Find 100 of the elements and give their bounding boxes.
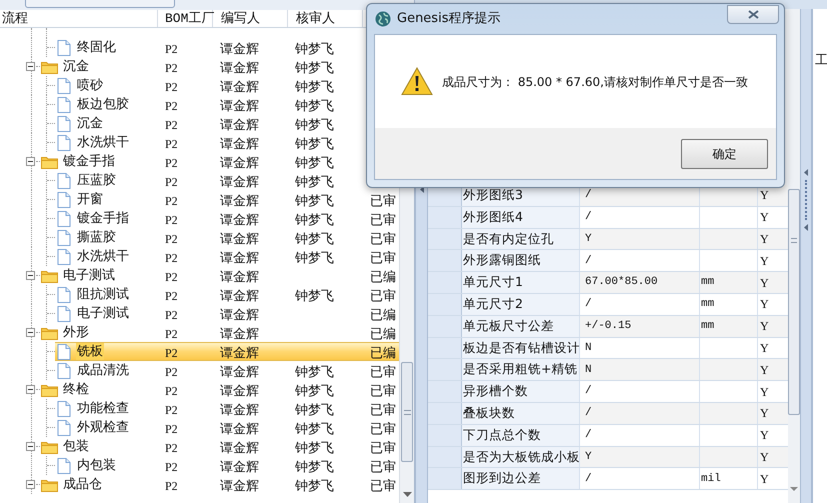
close-button[interactable] bbox=[727, 4, 779, 24]
selected-row-highlight[interactable] bbox=[55, 342, 400, 361]
table-cell: P2 bbox=[165, 212, 178, 226]
tree-item-label[interactable]: 成品仓 bbox=[62, 476, 103, 493]
scroll-down-arrow-icon[interactable] bbox=[402, 492, 412, 497]
row-header[interactable] bbox=[428, 402, 462, 424]
scrollbar-thumb[interactable] bbox=[401, 362, 413, 462]
tree-item-label[interactable]: 功能检查 bbox=[76, 400, 130, 417]
table-cell: 谭金辉 bbox=[220, 422, 259, 436]
row-header[interactable] bbox=[428, 338, 462, 358]
table-cell: 钟梦飞 bbox=[295, 402, 334, 418]
scroll-down-arrow-icon[interactable] bbox=[790, 487, 798, 491]
collapse-left-arrow-icon[interactable] bbox=[804, 224, 808, 231]
table-cell: 钟梦飞 bbox=[295, 156, 334, 170]
table-cell: 已审 bbox=[370, 250, 396, 266]
tree-item-label[interactable]: 内包装 bbox=[76, 457, 117, 474]
table-cell: P2 bbox=[165, 136, 178, 150]
folder-icon bbox=[41, 60, 58, 74]
row-header[interactable] bbox=[428, 250, 462, 272]
collapse-toggle[interactable] bbox=[26, 385, 35, 394]
table-cell: 谭金辉 bbox=[220, 288, 259, 304]
row-header[interactable] bbox=[428, 468, 462, 490]
tree-item-label[interactable]: 铣板 bbox=[76, 343, 104, 360]
table-cell: P2 bbox=[165, 478, 178, 492]
scrollbar[interactable] bbox=[788, 9, 800, 503]
table-cell: 钟梦飞 bbox=[295, 384, 334, 398]
table-cell: 下刀点总个数 bbox=[462, 424, 580, 446]
tree-item-label[interactable]: 外观检查 bbox=[76, 419, 130, 436]
collapse-toggle[interactable] bbox=[26, 271, 35, 280]
document-icon bbox=[57, 344, 71, 360]
tree-item-label[interactable]: 水洗烘干 bbox=[76, 134, 130, 151]
tree-item-label[interactable]: 压蓝胶 bbox=[76, 172, 117, 189]
collapse-toggle[interactable] bbox=[26, 442, 35, 451]
table-cell: 已审 bbox=[370, 422, 396, 436]
tree-item-label[interactable]: 包装 bbox=[62, 438, 90, 455]
table-cell: 谭金辉 bbox=[220, 80, 259, 94]
row-header[interactable] bbox=[428, 206, 462, 228]
dialog-title: Genesis程序提示 bbox=[397, 10, 500, 28]
tree-item-label[interactable]: 撕蓝胶 bbox=[76, 229, 117, 246]
collapse-left-arrow-icon[interactable] bbox=[804, 169, 808, 176]
collapse-toggle[interactable] bbox=[26, 328, 35, 337]
tree-item-label[interactable]: 开窗 bbox=[76, 191, 104, 208]
collapse-toggle[interactable] bbox=[26, 157, 35, 166]
table-cell: 已审 bbox=[370, 194, 396, 208]
document-icon bbox=[57, 400, 71, 416]
document-icon bbox=[57, 172, 71, 188]
tree-item-label[interactable]: 终检 bbox=[62, 381, 90, 398]
table-cell: mil bbox=[700, 468, 758, 490]
table-cell: P2 bbox=[165, 308, 178, 322]
row-header[interactable] bbox=[428, 359, 462, 380]
tree-item-label[interactable]: 终固化 bbox=[76, 39, 117, 56]
scrollbar-thumb[interactable] bbox=[788, 189, 800, 415]
row-header[interactable] bbox=[428, 228, 462, 250]
row-header[interactable] bbox=[428, 272, 462, 293]
table-cell: Y bbox=[758, 272, 788, 293]
table-cell: 钟梦飞 bbox=[295, 80, 334, 94]
table-cell: 谭金辉 bbox=[220, 98, 259, 114]
table-cell: 钟梦飞 bbox=[295, 250, 334, 266]
table-cell: Y bbox=[758, 228, 788, 250]
row-header[interactable] bbox=[428, 316, 462, 337]
table-cell: 钟梦飞 bbox=[295, 460, 334, 474]
tree-item-label[interactable]: 镀金手指 bbox=[62, 153, 116, 170]
tree-item-label[interactable]: 喷砂 bbox=[76, 77, 104, 94]
row-header[interactable] bbox=[428, 294, 462, 315]
collapse-toggle[interactable] bbox=[26, 62, 35, 71]
tree-item-label[interactable]: 成品清洗 bbox=[76, 362, 130, 379]
document-icon bbox=[57, 306, 71, 322]
tree-item-label[interactable]: 阻抗测试 bbox=[76, 286, 130, 303]
table-cell: P2 bbox=[165, 194, 178, 208]
tree-item-label[interactable]: 沉金 bbox=[76, 115, 104, 132]
tree-item-label[interactable]: 电子测试 bbox=[62, 267, 116, 284]
tree-item-label[interactable]: 镀金手指 bbox=[76, 210, 130, 227]
row-header[interactable] bbox=[428, 424, 462, 446]
document-icon bbox=[57, 192, 71, 208]
table-cell: mm bbox=[700, 272, 758, 293]
table-cell: 图形到边公差 bbox=[462, 468, 580, 490]
tree-item-label[interactable]: 外形 bbox=[62, 324, 90, 341]
column-header[interactable]: 流程 bbox=[0, 10, 158, 27]
table-cell: 已审 bbox=[370, 460, 396, 474]
tree-item-label[interactable]: 板边包胶 bbox=[76, 96, 130, 113]
row-header[interactable] bbox=[428, 446, 462, 468]
table-cell: 谭金辉 bbox=[220, 346, 259, 360]
table-cell: P2 bbox=[165, 326, 178, 340]
column-header[interactable]: BOM工厂 bbox=[158, 10, 213, 27]
document-icon bbox=[57, 40, 71, 56]
row-header[interactable] bbox=[428, 381, 462, 402]
collapse-toggle[interactable] bbox=[26, 480, 35, 489]
table-cell: 板边是否有钻槽设计 bbox=[462, 338, 580, 358]
tree-item-label[interactable]: 沉金 bbox=[62, 58, 90, 75]
confirm-button[interactable]: 确定 bbox=[681, 138, 768, 168]
column-header[interactable]: 编写人 bbox=[213, 10, 288, 27]
column-header[interactable]: 核审人 bbox=[288, 10, 363, 27]
table-cell: 已审 bbox=[370, 402, 396, 418]
table-cell: 谭金辉 bbox=[220, 232, 259, 246]
tree-item-label[interactable]: 电子测试 bbox=[76, 305, 130, 322]
folder-icon bbox=[41, 154, 58, 168]
tree-item-label[interactable]: 水洗烘干 bbox=[76, 248, 130, 265]
table-cell: 单元板尺寸公差 bbox=[462, 316, 580, 337]
folder-icon bbox=[41, 382, 58, 396]
table-cell: 钟梦飞 bbox=[295, 194, 334, 208]
